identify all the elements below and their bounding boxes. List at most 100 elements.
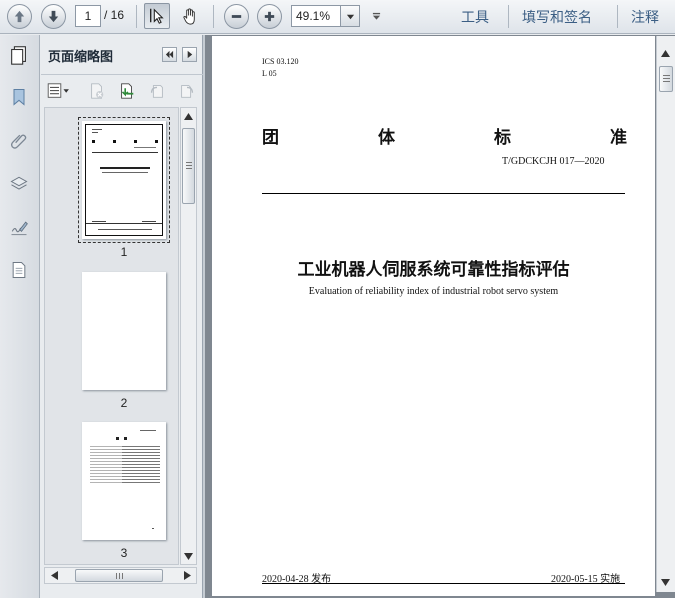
- chevron-down-icon: [372, 12, 380, 20]
- next-page-button[interactable]: [41, 4, 66, 29]
- expand-panel-button[interactable]: [182, 47, 197, 62]
- zoom-in-button[interactable]: [257, 4, 282, 29]
- standard-type-char: 准: [610, 128, 627, 148]
- page-total-label: / 16: [104, 8, 125, 22]
- rotate-right-icon: [181, 85, 194, 98]
- thumbnail-rule: [92, 152, 158, 153]
- standard-number: T/GDCKCJH 017—2020: [502, 156, 605, 167]
- zoom-out-button[interactable]: [224, 4, 249, 29]
- grip-icon: [116, 573, 123, 579]
- thumbnail-text-line: [92, 221, 106, 222]
- toolbar-divider: [508, 5, 509, 28]
- scroll-thumb[interactable]: [182, 128, 195, 204]
- scroll-down-arrow-icon[interactable]: [184, 553, 193, 560]
- zoom-level-input[interactable]: 49.1%: [291, 5, 341, 27]
- thumbnail-text-line: [102, 172, 148, 173]
- toolbar-divider: [213, 5, 214, 28]
- hand-icon: [182, 7, 195, 25]
- rotate-left-button[interactable]: [147, 81, 167, 101]
- document-vertical-scrollbar[interactable]: [656, 36, 675, 592]
- hand-tool-button[interactable]: [177, 3, 203, 29]
- plus-icon: [264, 11, 275, 22]
- navigation-rail: [0, 35, 40, 598]
- thumbnail-page[interactable]: [82, 422, 166, 540]
- rotate-left-icon: [150, 85, 163, 98]
- attachments-button[interactable]: [7, 129, 31, 153]
- thumbnail-border: [85, 124, 163, 236]
- chevron-down-icon: [346, 14, 354, 19]
- toolbar-divider: [136, 5, 137, 28]
- bookmark-icon: [13, 89, 25, 106]
- thumbnail-vertical-scrollbar[interactable]: [180, 107, 197, 565]
- header-rule: [262, 193, 625, 194]
- standard-type-char: 标: [494, 128, 511, 148]
- layers-icon: [10, 176, 28, 190]
- cursor-select-icon: [150, 8, 164, 24]
- thumbnail-heading: [124, 437, 127, 440]
- thumbnail-heading: [116, 437, 119, 440]
- document-icon: [12, 262, 26, 278]
- fill-sign-menu[interactable]: 填写和签名: [522, 7, 592, 27]
- options-menu-icon: [47, 83, 69, 98]
- thumbnail-page-mark: [152, 528, 154, 529]
- thumbnail-text-line: [140, 430, 156, 431]
- collapse-panel-button[interactable]: [162, 47, 177, 62]
- thumbnail-text-line: [98, 229, 152, 230]
- zoom-dropdown-button[interactable]: [340, 5, 360, 27]
- paperclip-icon: [11, 134, 27, 149]
- pages-icon: [11, 46, 26, 65]
- page-thumbnails-button[interactable]: [7, 43, 31, 67]
- scroll-thumb[interactable]: [659, 66, 673, 92]
- pdf-viewer-window: 1 / 16 49.1% 工具 填写和签名 注释 页面缩略图 1 2 3 ICS…: [0, 0, 675, 598]
- rotate-right-button[interactable]: [177, 81, 197, 101]
- thumbnail-text-line: [92, 132, 98, 133]
- thumbnail-text-line: [142, 221, 156, 222]
- footer-rule: [262, 583, 625, 584]
- select-tool-button[interactable]: [144, 3, 170, 29]
- thumbnail-text-line: [92, 129, 102, 130]
- thumbnails-panel: 页面缩略图 1 2 3: [41, 35, 203, 598]
- main-toolbar: 1 / 16 49.1% 工具 填写和签名 注释: [0, 0, 675, 34]
- page-number-input[interactable]: 1: [75, 5, 101, 27]
- ics-code: ICS 03.120: [262, 57, 299, 66]
- thumbnail-horizontal-scrollbar[interactable]: [44, 567, 197, 584]
- thumbnail-page-number: 2: [120, 396, 128, 410]
- standard-type-char: 团: [262, 128, 279, 148]
- comment-menu[interactable]: 注释: [631, 7, 659, 27]
- grip-icon: [186, 162, 192, 169]
- insert-page-button[interactable]: [117, 81, 137, 101]
- scroll-thumb[interactable]: [75, 569, 163, 582]
- classification-code: L 05: [262, 69, 277, 78]
- standard-type-char: 体: [378, 128, 395, 148]
- thumbnail-page[interactable]: [78, 117, 170, 243]
- insert-page-icon: [121, 83, 134, 99]
- double-chevron-left-icon: [165, 50, 174, 59]
- toolbar-divider: [617, 5, 618, 28]
- thumbnails-header: 页面缩略图: [41, 35, 203, 75]
- scroll-left-arrow-icon[interactable]: [51, 571, 58, 580]
- scroll-up-arrow-icon[interactable]: [661, 50, 670, 57]
- thumbnail-options-button[interactable]: [46, 81, 72, 101]
- document-page[interactable]: ICS 03.120 L 05 团 体 标 准 T/GDCKCJH 017—20…: [212, 36, 655, 596]
- tools-menu[interactable]: 工具: [461, 7, 489, 27]
- scroll-right-arrow-icon[interactable]: [184, 571, 191, 580]
- signatures-button[interactable]: [7, 216, 31, 240]
- delete-pages-button[interactable]: [87, 81, 107, 101]
- document-title-chinese: 工业机器人伺服系统可靠性指标评估: [297, 260, 570, 280]
- thumbnail-heading: [92, 140, 158, 143]
- grip-icon: [663, 75, 670, 82]
- scroll-up-arrow-icon[interactable]: [184, 113, 193, 120]
- scroll-down-arrow-icon[interactable]: [661, 579, 670, 586]
- minus-icon: [231, 15, 242, 18]
- thumbnails-title: 页面缩略图: [48, 50, 114, 65]
- layers-button[interactable]: [7, 172, 31, 196]
- more-tools-dropdown[interactable]: [369, 9, 383, 23]
- ics-code-block: ICS 03.120 L 05: [262, 56, 298, 80]
- thumbnail-list[interactable]: 1 2 3: [44, 107, 179, 565]
- content-button[interactable]: [7, 258, 31, 282]
- thumbnail-text-line: [134, 147, 156, 148]
- document-title-english: Evaluation of reliability index of indus…: [308, 286, 559, 297]
- bookmarks-button[interactable]: [7, 85, 31, 109]
- previous-page-button[interactable]: [7, 4, 32, 29]
- thumbnail-page[interactable]: [82, 272, 166, 390]
